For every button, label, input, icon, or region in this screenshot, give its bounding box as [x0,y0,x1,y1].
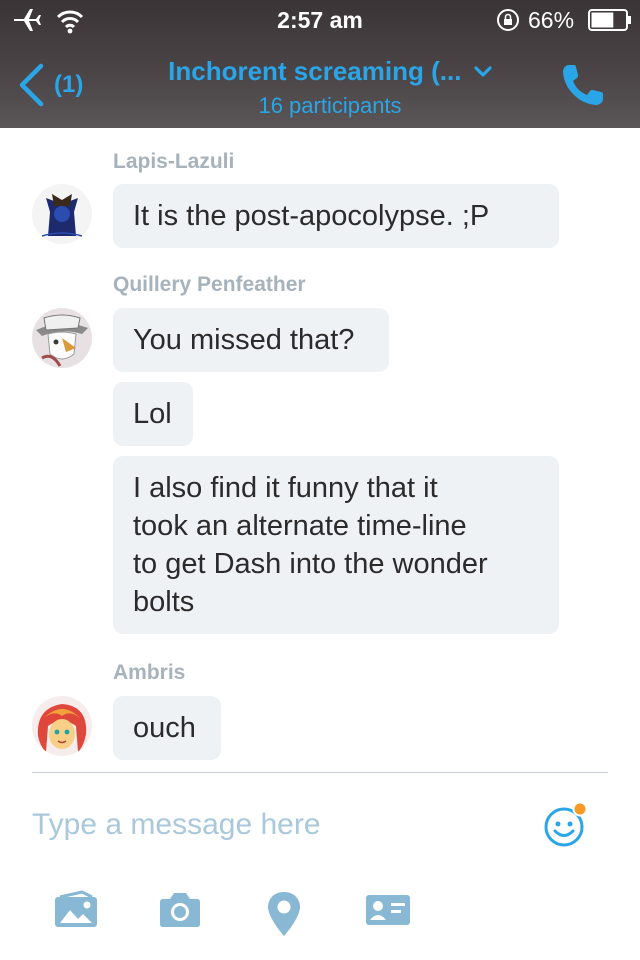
media-button[interactable] [52,890,100,940]
sender-name: Lapis-Lazuli [113,150,235,173]
conversation-title-button[interactable]: Inchorent screaming (... 16 participants [130,56,530,119]
composer-divider [32,772,608,773]
avatar[interactable] [32,696,92,756]
conversation-title: Inchorent screaming (... [168,56,462,86]
contact-card-icon [366,895,410,925]
location-button[interactable] [264,890,304,940]
camera-button[interactable] [156,890,204,940]
back-button[interactable]: (1) [16,60,96,110]
camera-icon [160,893,200,927]
message-bubble[interactable]: I also find it funny that it took an alt… [113,456,559,634]
rotation-lock-icon [497,9,519,31]
sender-name: Quillery Penfeather [113,273,306,296]
location-icon [268,892,300,936]
battery-icon [588,9,631,31]
message-bubble[interactable]: Lol [113,382,193,446]
header-bar: 2:57 am 66% (1) Inchorent screaming (...… [0,0,640,128]
message-bubble[interactable]: It is the post-apocolypse. ;P [113,184,559,248]
chevron-down-icon [474,65,492,77]
message-bubble[interactable]: ouch [113,696,221,760]
sender-name: Ambris [113,661,186,684]
participants-count: 16 participants [258,93,402,118]
media-icon [55,890,97,927]
unread-count: (1) [54,71,84,98]
status-bar: 2:57 am 66% [0,0,640,40]
message-bubble[interactable]: You missed that? [113,308,389,372]
emoji-icon[interactable] [540,800,590,850]
avatar[interactable] [32,184,92,244]
phone-call-icon[interactable] [560,62,608,108]
avatar[interactable] [32,308,92,368]
chevron-left-icon [19,63,44,107]
battery-percent: 66% [528,7,575,33]
message-input[interactable] [32,798,502,852]
contact-card-button[interactable] [364,890,412,940]
